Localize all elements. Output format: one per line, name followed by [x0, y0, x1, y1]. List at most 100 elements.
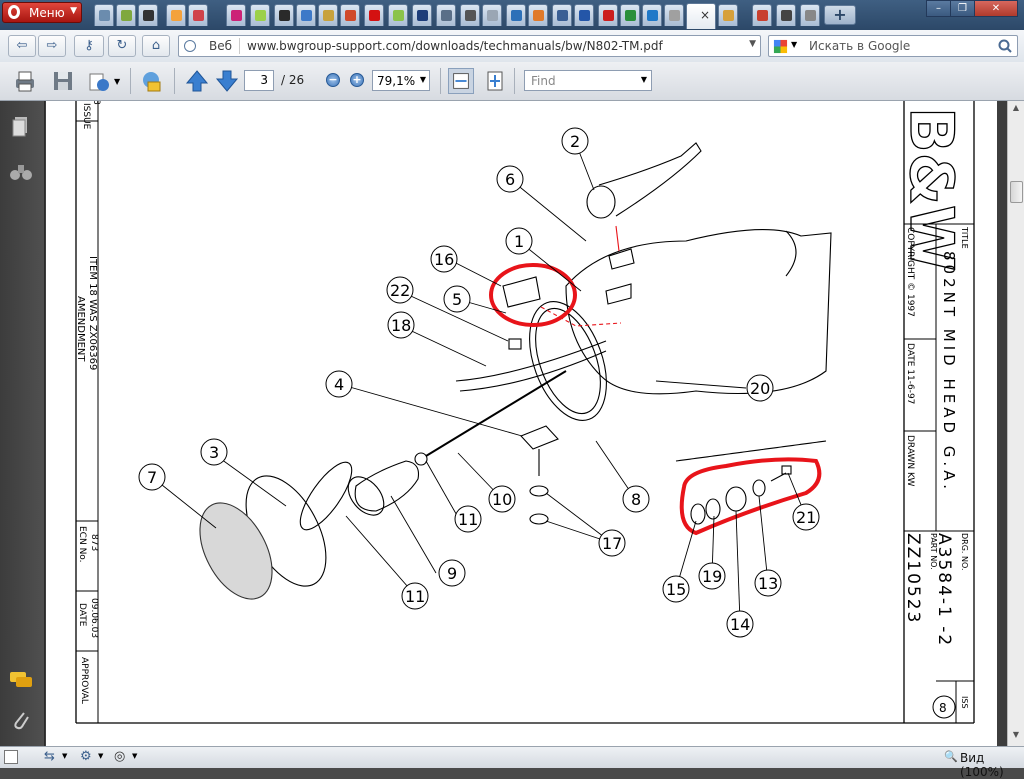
zoom-icon[interactable]: 🔍	[944, 750, 958, 763]
attachment-icon[interactable]	[10, 709, 32, 733]
favicon-icon	[417, 10, 428, 21]
comments-icon[interactable]	[8, 669, 34, 691]
separator	[130, 68, 131, 94]
tab[interactable]	[460, 4, 480, 26]
tab[interactable]	[412, 4, 432, 26]
callout-3: 3	[209, 443, 219, 462]
drawn-label: DRAWN KW	[905, 435, 915, 487]
sync-icon[interactable]: ⇆	[44, 749, 55, 764]
zoom-in-icon[interactable]: +	[350, 73, 364, 87]
tab[interactable]	[752, 4, 772, 26]
scroll-down-icon[interactable]: ▼	[1010, 730, 1022, 742]
search-field[interactable]: ▼ Искать в Google	[768, 35, 1018, 57]
google-icon[interactable]	[773, 39, 788, 54]
new-tab-button[interactable]: +	[824, 5, 856, 25]
callout-8: 8	[631, 490, 641, 509]
chevron-down-icon[interactable]: ▼	[420, 75, 426, 84]
tab[interactable]	[388, 4, 408, 26]
tab[interactable]	[620, 4, 640, 26]
scroll-thumb[interactable]	[1010, 181, 1023, 203]
speed-dial-icon[interactable]: ◎	[114, 749, 125, 764]
reload-button[interactable]: ↻	[108, 35, 136, 57]
tab[interactable]	[776, 4, 796, 26]
tab[interactable]	[574, 4, 594, 26]
chevron-down-icon[interactable]: ▼	[62, 752, 67, 760]
opera-menu-button[interactable]: Меню ▼	[2, 2, 82, 23]
tab[interactable]	[250, 4, 270, 26]
chevron-down-icon[interactable]: ▼	[114, 77, 120, 86]
tab[interactable]	[482, 4, 502, 26]
tab[interactable]	[318, 4, 338, 26]
find-input[interactable]: Find ▼	[524, 70, 652, 91]
search-placeholder: Искать в Google	[809, 39, 911, 53]
tab[interactable]	[528, 4, 548, 26]
tab[interactable]	[642, 4, 662, 26]
fit-width-icon[interactable]	[448, 68, 474, 94]
scroll-up-icon[interactable]: ▲	[1010, 103, 1022, 115]
key-icon[interactable]: ⚷	[74, 35, 104, 57]
chevron-down-icon[interactable]: ▼	[132, 752, 137, 760]
zoom-status[interactable]: Вид (100%)	[960, 751, 1024, 779]
close-window-button[interactable]: ✕	[974, 0, 1018, 17]
tab[interactable]	[226, 4, 246, 26]
tab[interactable]	[166, 4, 186, 26]
web-label: Веб	[209, 39, 233, 53]
tab[interactable]	[188, 4, 208, 26]
favicon-icon	[465, 10, 476, 21]
pages-icon[interactable]	[10, 115, 32, 139]
tab[interactable]	[598, 4, 618, 26]
highlight-circle	[489, 263, 577, 327]
favicon-icon	[143, 10, 154, 21]
tab[interactable]	[94, 4, 114, 26]
exploded-view	[199, 142, 832, 600]
save-icon[interactable]	[50, 68, 76, 94]
network-icon[interactable]: ⚙	[80, 749, 92, 764]
chevron-down-icon[interactable]: ▼	[791, 40, 797, 49]
binoculars-icon[interactable]	[8, 161, 34, 183]
tab[interactable]	[138, 4, 158, 26]
fit-page-icon[interactable]	[482, 68, 508, 94]
tab[interactable]	[116, 4, 136, 26]
zoom-select[interactable]: 79,1% ▼	[372, 70, 430, 91]
restore-button[interactable]: ❐	[950, 0, 975, 17]
print-icon[interactable]	[12, 68, 38, 94]
tab[interactable]	[552, 4, 572, 26]
tab[interactable]	[340, 4, 360, 26]
chevron-down-icon[interactable]: ▼	[641, 75, 647, 84]
chevron-down-icon[interactable]: ▼	[98, 752, 103, 760]
vertical-scrollbar[interactable]: ▲ ▼	[1007, 101, 1024, 746]
forward-button[interactable]: ⇨	[38, 35, 66, 57]
home-button[interactable]: ⌂	[142, 35, 170, 57]
chevron-down-icon[interactable]: ▼	[749, 39, 756, 49]
collaboration-icon[interactable]	[138, 68, 164, 94]
back-button[interactable]: ⇦	[8, 35, 36, 57]
ecn-value: 873	[89, 534, 99, 551]
search-icon[interactable]	[997, 38, 1013, 54]
callout-10: 10	[492, 490, 512, 509]
tab[interactable]	[274, 4, 294, 26]
next-page-icon[interactable]	[214, 68, 240, 94]
close-tab-icon[interactable]: ×	[700, 8, 710, 22]
tab[interactable]	[364, 4, 384, 26]
page-number-input[interactable]: 3	[244, 70, 274, 91]
tab[interactable]	[718, 4, 738, 26]
panel-toggle-icon[interactable]	[4, 750, 18, 764]
tab[interactable]	[506, 4, 526, 26]
email-icon[interactable]	[86, 68, 112, 94]
callout-1: 1	[514, 232, 524, 251]
previous-page-icon[interactable]	[184, 68, 210, 94]
callout-16: 16	[434, 250, 454, 269]
amendment-label: AMENDMENT	[75, 296, 86, 362]
address-bar[interactable]: Веб www.bwgroup-support.com/downloads/te…	[178, 35, 761, 57]
tab[interactable]	[664, 4, 684, 26]
tab-active[interactable]: ×	[686, 3, 716, 29]
tab[interactable]	[436, 4, 456, 26]
favicon-icon	[121, 10, 132, 21]
pdf-page: ISSUE 8 ITEM 18 WAS ZX06369 AMENDMENT 87…	[46, 99, 997, 746]
url-text[interactable]: www.bwgroup-support.com/downloads/techma…	[247, 39, 663, 53]
tab[interactable]	[800, 4, 820, 26]
callout-21: 21	[796, 508, 816, 527]
tab[interactable]	[296, 4, 316, 26]
minimize-button[interactable]: –	[926, 0, 951, 17]
zoom-out-icon[interactable]: −	[326, 73, 340, 87]
